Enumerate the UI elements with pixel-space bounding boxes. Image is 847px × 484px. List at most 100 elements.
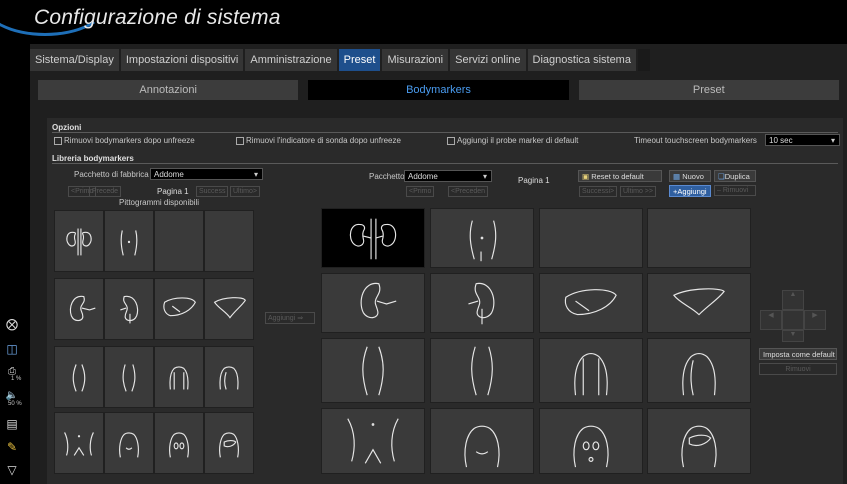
tab-bar-end [637,49,650,71]
options-heading: Opzioni [52,123,82,132]
package-select[interactable]: Addome [404,170,492,183]
move-down-button[interactable]: ▼ [782,330,804,342]
left-prev-label: Precede [92,188,119,195]
remove-bottom-button[interactable]: Rimuovi [759,363,837,375]
available-pictogram-liver[interactable] [154,278,204,340]
volume-percent: 50 % [8,401,22,407]
timeout-select[interactable]: 10 sec [765,134,840,147]
package-pictogram-back[interactable] [647,338,751,403]
package-pictogram-torso-liver[interactable] [647,408,751,474]
right-next-button[interactable]: Successi> [579,186,618,197]
factory-package-value: Addome [154,170,184,179]
options-divider [52,132,838,133]
right-page-label: Pagina 1 [518,176,550,185]
flank-icon [122,364,136,392]
broom-icon[interactable]: ✎ [4,439,20,455]
package-pictogram-flank[interactable] [430,338,534,403]
left-last-label: Ultimo [233,188,253,195]
left-next-button[interactable]: Success [196,186,229,197]
dpad-center [782,310,804,330]
add-right-button[interactable]: +Aggiungi [669,185,711,197]
tab-impostazioni-dispositivi[interactable]: Impostazioni dispositivi [120,49,244,71]
package-pictogram-torso-front[interactable] [430,208,534,268]
right-last-label: Ultimo [623,188,643,195]
subtab-preset[interactable]: Preset [578,80,839,100]
available-pictogram-empty[interactable] [204,210,254,272]
move-up-button[interactable]: ▲ [782,290,804,310]
available-pictogram-torso[interactable] [104,412,154,474]
move-left-button[interactable]: ◀ [760,310,782,330]
torso-front-icon [120,230,138,256]
factory-package-select[interactable]: Addome [150,168,263,181]
available-pictogram-liver-outline[interactable] [204,278,254,340]
tab-preset[interactable]: Preset [338,49,381,71]
subtab-annotazioni[interactable]: Annotazioni [38,80,299,100]
package-pictogram-torso-organs[interactable] [539,408,643,474]
monitor-icon[interactable]: ▤ [4,416,20,432]
available-pictogram-torso-liver[interactable] [204,412,254,474]
left-prev-button[interactable]: Precede [89,186,122,197]
tab-diagnostica-sistema[interactable]: Diagnostica sistema [527,49,636,71]
right-first-button[interactable]: <Primo [406,186,435,197]
usb-icon[interactable]: ◫ [4,341,20,357]
reset-icon: ▣ [582,172,590,181]
left-last-button[interactable]: Ultimo> [230,186,260,197]
available-pictogram-torso-front[interactable] [104,210,154,272]
library-divider [52,163,838,164]
timeout-value: 10 sec [769,136,793,145]
reset-to-default-button[interactable]: ▣ Reset to default [578,170,662,182]
available-pictogram-empty[interactable] [154,210,204,272]
add-probe-marker-checkbox[interactable]: Aggiungi il probe marker di default [447,136,578,145]
available-pictogram-kidneys[interactable] [54,210,104,272]
kidney-icon [120,295,139,324]
package-pictogram-flank[interactable] [321,338,425,403]
package-pictogram-back[interactable] [539,338,643,403]
duplicate-icon: ❏ [718,172,725,181]
torso-front-icon [469,220,497,262]
package-pictogram-liver-outline[interactable] [647,273,751,333]
available-pictogram-flank[interactable] [104,346,154,408]
available-pictogram-kidney-right[interactable] [104,278,154,340]
close-circle-icon[interactable]: ⨂ [4,316,20,332]
package-pictogram-kidney-left[interactable] [321,273,425,333]
torso-icon [119,432,139,458]
back-icon [169,366,189,390]
right-first-label: Primo [413,188,432,195]
subtab-bodymarkers[interactable]: Bodymarkers [308,80,569,100]
add-to-package-button[interactable]: Aggiungi ⇒ [265,312,315,324]
right-next-label: Successi [582,188,611,195]
package-pictogram-kidney-right[interactable] [430,273,534,333]
timeout-label: Timeout touchscreen bodymarkers [634,136,757,145]
set-as-default-button[interactable]: Imposta come default [759,348,837,360]
wifi-icon[interactable]: ▽ [4,462,20,478]
remove-right-button[interactable]: – Rimuovi [714,185,756,196]
right-last-button[interactable]: Ultimo >> [620,186,656,197]
tab-amministrazione[interactable]: Amministrazione [245,49,337,71]
remove-probe-indicator-checkbox[interactable]: Rimuovi l'indicatore di sonda dopo unfre… [236,136,401,145]
package-pictogram-empty[interactable] [647,208,751,268]
move-right-button[interactable]: ▶ [804,310,826,330]
package-pictogram-liver[interactable] [539,273,643,333]
available-pictogram-back[interactable] [204,346,254,408]
kidney-icon [69,295,96,322]
tab-misurazioni[interactable]: Misurazioni [382,49,449,71]
available-pictogram-torso-organs[interactable] [154,412,204,474]
tab-servizi-online[interactable]: Servizi online [450,49,526,71]
available-pictogram-back[interactable] [154,346,204,408]
package-pictogram-kidneys-selected[interactable] [321,208,425,268]
available-pictogram-flank[interactable] [54,346,104,408]
storage-percent: 1 % [11,376,22,382]
right-prev-button[interactable]: <Preceden [448,186,489,197]
tab-sistema-display[interactable]: Sistema/Display [30,49,119,71]
duplicate-button[interactable]: ❏Duplica [714,170,756,182]
remove-after-unfreeze-checkbox[interactable]: Rimuovi bodymarkers dopo unfreeze [54,136,195,145]
checkbox-box [236,136,244,145]
package-value: Addome [408,172,438,181]
available-pictogram-pelvis[interactable] [54,412,104,474]
package-pictogram-empty[interactable] [539,208,643,268]
package-pictogram-torso[interactable] [430,408,534,474]
new-button[interactable]: ▦ Nuovo [669,170,711,182]
left-page-label: Pagina 1 [157,187,189,196]
package-pictogram-pelvis[interactable] [321,408,425,474]
available-pictogram-kidney-left[interactable] [54,278,104,340]
